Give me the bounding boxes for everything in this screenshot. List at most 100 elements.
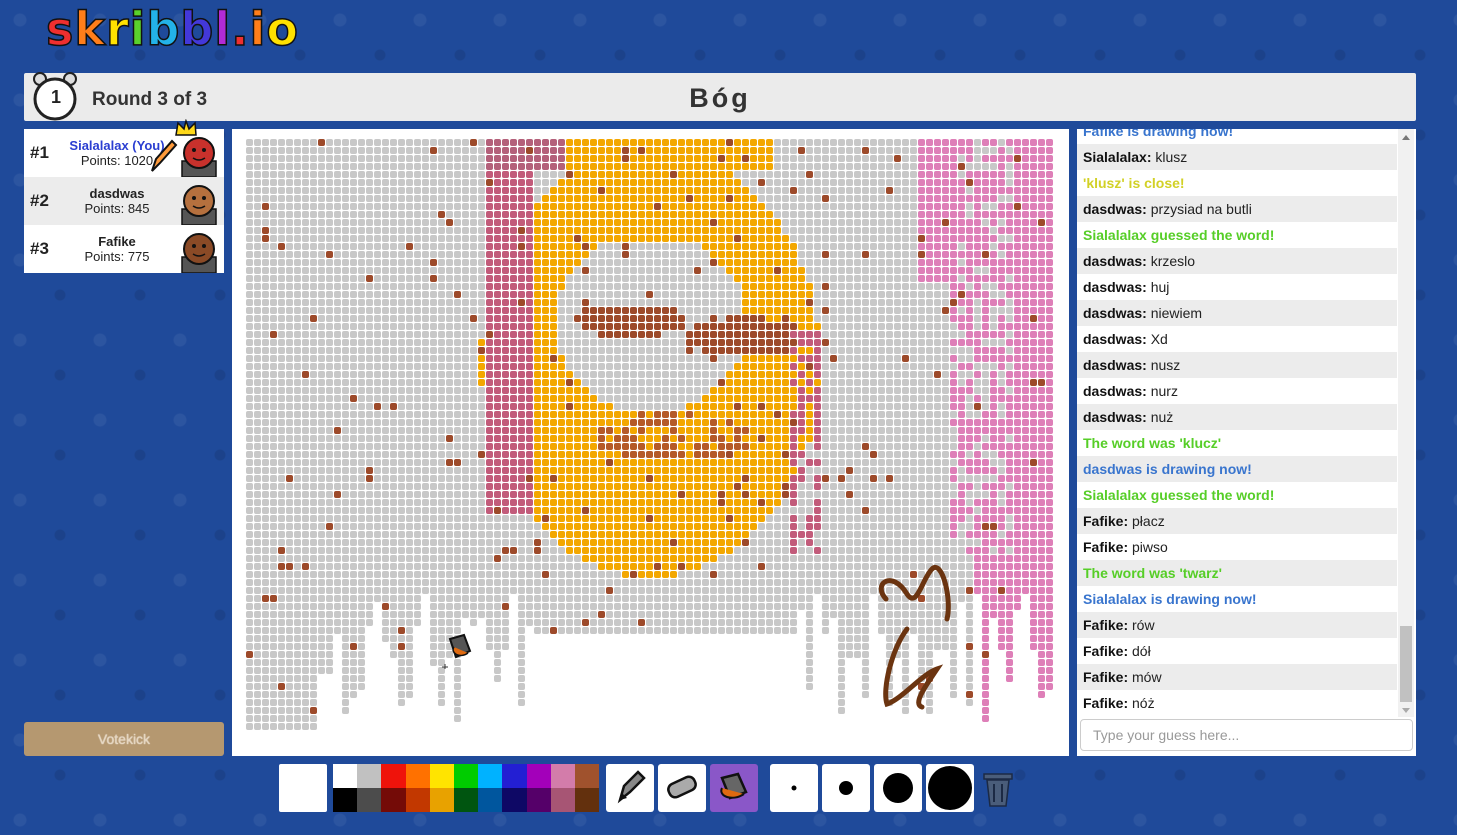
chat-username: dasdwas: — [1083, 201, 1147, 217]
player-rank: #2 — [30, 191, 49, 210]
logo-letter: . — [230, 1, 250, 57]
votekick-button[interactable]: Votekick — [24, 722, 224, 756]
size-medium-icon — [839, 781, 853, 795]
chat-message: dasdwas: Xd — [1077, 326, 1397, 352]
chat-text: rów — [1132, 617, 1155, 633]
chat-message: Fafike: rów — [1077, 612, 1397, 638]
player-row[interactable]: #1 Sialalalax (You) Points: 1020 — [24, 119, 224, 177]
chat-username: Sialalalax: — [1083, 149, 1152, 165]
guess-input[interactable] — [1080, 719, 1413, 751]
logo-letter: o — [266, 1, 299, 57]
chat-message: Sialalalax guessed the word! — [1083, 227, 1275, 243]
chat-username: dasdwas: — [1083, 305, 1147, 321]
color-swatch[interactable] — [333, 788, 358, 812]
pencil-tool-button[interactable] — [606, 764, 654, 812]
chat-text: nuż — [1150, 409, 1174, 425]
color-swatch[interactable] — [526, 788, 551, 812]
pencil-icon — [617, 770, 646, 804]
logo: skribbl.io — [45, 1, 299, 57]
color-palette — [333, 764, 600, 812]
color-swatch[interactable] — [453, 764, 479, 788]
brush-size-medium[interactable] — [822, 764, 870, 812]
color-swatch[interactable] — [526, 764, 551, 788]
color-swatch[interactable] — [357, 788, 382, 812]
brush-size-large[interactable] — [874, 764, 922, 812]
trash-icon — [983, 773, 1013, 807]
chat-message: dasdwas is drawing now! — [1077, 456, 1397, 482]
chat-text: Xd — [1150, 331, 1168, 347]
logo-letter: i — [249, 1, 267, 57]
color-swatch[interactable] — [381, 764, 406, 788]
color-swatch[interactable] — [429, 788, 454, 812]
fill-tool-button[interactable] — [710, 764, 758, 812]
color-swatch[interactable] — [429, 764, 454, 788]
color-swatch[interactable] — [333, 764, 358, 788]
chat-username: dasdwas: — [1083, 253, 1147, 269]
size-large-icon — [883, 773, 913, 803]
brush-size-xlarge[interactable] — [926, 764, 974, 812]
crown-icon — [175, 119, 197, 136]
color-swatch[interactable] — [502, 764, 527, 788]
color-swatch[interactable] — [357, 764, 382, 788]
chat-message: dasdwas: niewiem — [1077, 300, 1397, 326]
color-swatch[interactable] — [574, 764, 600, 788]
game-header: 1 Round 3 of 3 Bóg — [24, 72, 1416, 121]
chat-username: dasdwas: — [1083, 357, 1147, 373]
chat-message: The word was 'klucz' — [1083, 435, 1222, 451]
logo-letter: i — [129, 1, 147, 57]
chat-username: dasdwas: — [1083, 331, 1147, 347]
chat-message: 'klusz' is close! — [1083, 175, 1185, 191]
chat-username: Fafike: — [1083, 669, 1129, 685]
color-swatch[interactable] — [550, 764, 575, 788]
player-list: #1 Sialalalax (You) Points: 1020 #2 dasdwas P… — [24, 119, 224, 273]
scroll-down-icon[interactable] — [1402, 708, 1410, 713]
chat-text: dół — [1132, 643, 1151, 659]
current-word: Bóg — [689, 83, 751, 113]
scroll-up-icon[interactable] — [1402, 135, 1410, 140]
drawing-pencil-icon — [151, 139, 178, 172]
color-swatch[interactable] — [405, 764, 430, 788]
chat-message: Sialalalax is drawing now! — [1083, 591, 1257, 607]
chat-username: Fafike: — [1083, 539, 1129, 555]
eraser-tool-button[interactable] — [658, 764, 706, 812]
chat-text: piwso — [1132, 539, 1168, 555]
player-avatar — [181, 137, 217, 177]
drawing-canvas[interactable] — [232, 129, 1069, 756]
player-row[interactable]: #3 Fafike Points: 775 — [24, 225, 224, 273]
player-points: Points: 845 — [84, 201, 150, 216]
chat-text: nusz — [1150, 357, 1181, 373]
clear-canvas-button[interactable] — [978, 764, 1018, 812]
chat-message: Fafike: piwso — [1077, 534, 1397, 560]
chat-message: dasdwas: nurz — [1077, 378, 1397, 404]
chat-text: mów — [1132, 669, 1162, 685]
color-swatch[interactable] — [550, 788, 575, 812]
player-points: Points: 775 — [84, 249, 150, 264]
chat-message: dasdwas: przysiad na butli — [1077, 196, 1397, 222]
chat-text: przysiad na butli — [1150, 201, 1252, 217]
eraser-icon — [667, 775, 697, 799]
chat-username: Fafike: — [1083, 695, 1129, 711]
chat-panel: Fafike is drawing now! Sialalalax: klusz '… — [1077, 129, 1416, 756]
chat-username: Fafike: — [1083, 617, 1129, 633]
chat-text: huj — [1150, 279, 1170, 295]
color-swatch[interactable] — [478, 764, 503, 788]
chat-scrollbar[interactable] — [1398, 129, 1414, 717]
chat-message: Fafike: mów — [1077, 664, 1397, 690]
color-swatch[interactable] — [574, 788, 600, 812]
player-row[interactable]: #2 dasdwas Points: 845 — [24, 177, 224, 225]
chat-message: dasdwas: krzeslo — [1077, 248, 1397, 274]
brush-size-small[interactable] — [770, 764, 818, 812]
color-swatch[interactable] — [405, 788, 430, 812]
chat-text: płacz — [1132, 513, 1165, 529]
chat-username: Fafike: — [1083, 513, 1129, 529]
chat-message: Sialalalax: klusz — [1077, 144, 1397, 170]
chat-text: nurz — [1150, 383, 1178, 399]
chat-username: dasdwas: — [1083, 279, 1147, 295]
color-swatch[interactable] — [453, 788, 479, 812]
color-swatch[interactable] — [478, 788, 503, 812]
color-swatch[interactable] — [381, 788, 406, 812]
logo-letter: r — [105, 1, 130, 57]
color-swatch[interactable] — [502, 788, 527, 812]
scroll-thumb[interactable] — [1400, 626, 1412, 702]
size-small-icon — [791, 785, 797, 791]
